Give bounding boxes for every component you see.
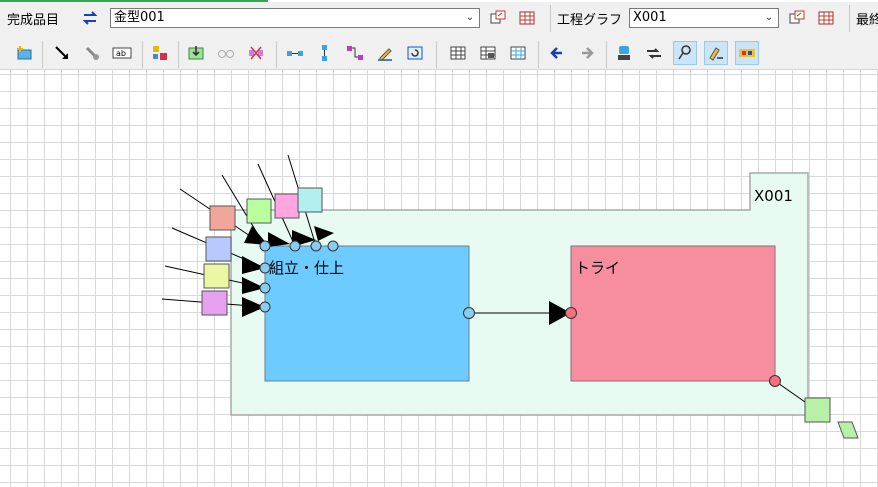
open-window-icon[interactable]: [486, 6, 510, 30]
grid-red-icon[interactable]: [515, 6, 539, 30]
flow-icon[interactable]: [642, 41, 666, 65]
v-link-icon[interactable]: [313, 41, 337, 65]
process-select[interactable]: X001 ⌄: [629, 8, 779, 28]
colors-icon[interactable]: [148, 41, 172, 65]
input-item[interactable]: [209, 205, 236, 231]
input-item[interactable]: [203, 263, 230, 289]
port-out[interactable]: [463, 307, 475, 319]
glasses-icon[interactable]: [214, 41, 238, 65]
swap-icon[interactable]: [78, 6, 102, 30]
chevron-down-icon: ⌄: [764, 12, 774, 23]
table2-icon[interactable]: [476, 41, 500, 65]
pen-icon[interactable]: [373, 41, 397, 65]
stamp-icon[interactable]: [612, 41, 636, 65]
chevron-down-icon: ⌄: [465, 12, 475, 23]
text-icon[interactable]: ab: [110, 41, 134, 65]
product-select[interactable]: 金型001 ⌄: [110, 8, 480, 28]
input-item[interactable]: [246, 198, 272, 224]
open-window-icon[interactable]: [785, 6, 809, 30]
table-icon[interactable]: [446, 41, 470, 65]
last-label: 最終: [856, 13, 878, 28]
plus-item-icon[interactable]: [12, 41, 36, 65]
process-graph: X001 組立・仕上 トライ: [161, 154, 859, 439]
container-label: X001: [754, 187, 793, 205]
import-icon[interactable]: [184, 41, 208, 65]
h-link-icon[interactable]: [283, 41, 307, 65]
forward-icon[interactable]: [575, 41, 599, 65]
svg-text:ab: ab: [116, 49, 126, 58]
port-in[interactable]: [565, 307, 577, 319]
input-item[interactable]: [201, 290, 228, 316]
icon-toolbar: ab: [0, 37, 878, 70]
link-icon[interactable]: [80, 41, 104, 65]
top-toolbar: 完成品目 金型001 ⌄ 工程グラフ X001 ⌄ 最終: [0, 0, 878, 38]
marker-icon[interactable]: [704, 41, 728, 65]
color-swap-icon[interactable]: [735, 41, 759, 65]
step-link-icon[interactable]: [343, 41, 367, 65]
refresh-icon[interactable]: [403, 41, 427, 65]
unlink-icon[interactable]: [244, 41, 268, 65]
input-item[interactable]: [205, 236, 232, 262]
output-item[interactable]: [804, 397, 831, 423]
output-parallelogram[interactable]: [837, 421, 859, 439]
node-try-label: トライ: [575, 259, 620, 277]
port-output[interactable]: [769, 375, 781, 387]
input-item[interactable]: [297, 187, 323, 213]
product-label: 完成品目: [7, 13, 60, 28]
node-assembly-label: 組立・仕上: [269, 259, 344, 277]
process-label: 工程グラフ: [557, 13, 623, 28]
grid-red-icon[interactable]: [814, 6, 838, 30]
graph-canvas[interactable]: X001 組立・仕上 トライ: [0, 70, 878, 487]
input-item[interactable]: [274, 193, 300, 219]
back-icon[interactable]: [545, 41, 569, 65]
brush-icon[interactable]: [673, 41, 697, 65]
table3-icon[interactable]: [506, 41, 530, 65]
arrow-icon[interactable]: [50, 41, 74, 65]
